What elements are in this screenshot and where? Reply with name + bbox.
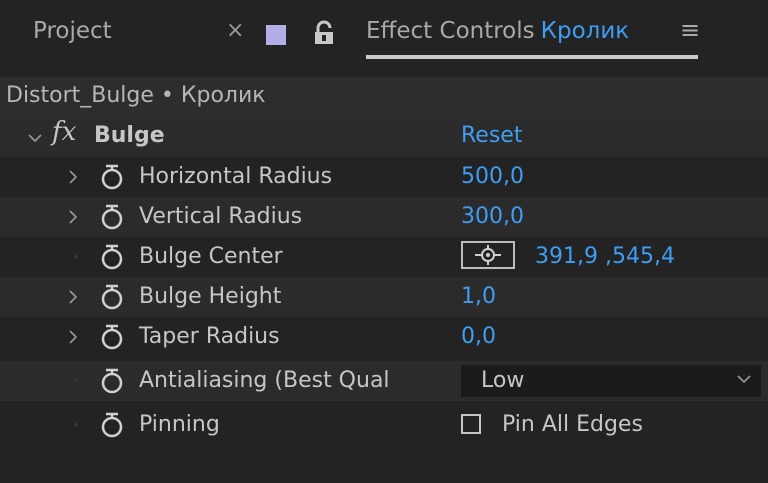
property-value[interactable]: 1,0 (461, 284, 496, 309)
chevron-right-icon[interactable] (66, 210, 80, 224)
property-row: Bulge Height 1,0 (0, 277, 768, 317)
breadcrumb-text: Distort_Bulge • Кролик (6, 83, 266, 108)
pin-all-edges-checkbox[interactable] (461, 414, 481, 434)
stopwatch-icon[interactable] (100, 368, 124, 394)
property-label: Horizontal Radius (139, 164, 333, 189)
tab-layer-name: Кролик (540, 18, 630, 44)
effect-row-bulge[interactable]: fx Bulge Reset (0, 117, 768, 157)
stopwatch-icon[interactable] (100, 204, 124, 230)
point-picker-button[interactable] (461, 241, 515, 269)
chevron-right-icon[interactable] (66, 330, 80, 344)
property-value[interactable]: 500,0 (461, 164, 524, 189)
stopwatch-icon[interactable] (100, 412, 124, 438)
panel-menu-icon[interactable]: ≡ (680, 16, 700, 44)
fx-toggle-icon[interactable]: fx (52, 117, 76, 147)
active-tab-indicator (366, 55, 698, 59)
antialiasing-dropdown[interactable]: Low (461, 365, 761, 397)
property-value[interactable]: 0,0 (461, 324, 496, 349)
tree-dot (74, 379, 78, 383)
property-row: Horizontal Radius 500,0 (0, 157, 768, 197)
property-value[interactable]: 300,0 (461, 204, 524, 229)
tree-dot (74, 423, 78, 427)
chevron-right-icon[interactable] (66, 170, 80, 184)
chevron-right-icon[interactable] (66, 290, 80, 304)
lock-icon[interactable] (311, 20, 337, 46)
stopwatch-icon[interactable] (100, 324, 124, 350)
chevron-down-icon (737, 375, 751, 384)
property-label: Bulge Center (139, 244, 283, 269)
checkbox-label[interactable]: Pin All Edges (502, 412, 643, 437)
property-value[interactable]: 391,9 ,545,4 (535, 244, 675, 269)
property-row: Taper Radius 0,0 (0, 317, 768, 357)
tab-effect-controls[interactable]: Effect Controls Кролик (366, 18, 629, 44)
property-label: Vertical Radius (139, 204, 303, 229)
property-row: Vertical Radius 300,0 (0, 197, 768, 237)
stopwatch-icon[interactable] (100, 284, 124, 310)
property-row: Antialiasing (Best Qual Low (0, 361, 768, 401)
reset-link[interactable]: Reset (461, 123, 522, 148)
crosshair-icon (475, 245, 501, 265)
stopwatch-icon[interactable] (100, 164, 124, 190)
label-color-swatch[interactable] (266, 25, 286, 45)
tab-effect-controls-label: Effect Controls (366, 18, 535, 44)
property-row: Bulge Center 391,9 ,545,4 (0, 237, 768, 277)
tree-dot (74, 255, 78, 259)
property-label: Taper Radius (139, 324, 280, 349)
breadcrumb: Distort_Bulge • Кролик (0, 77, 768, 117)
property-label: Bulge Height (139, 284, 282, 309)
property-label: Pinning (139, 412, 220, 437)
dropdown-value: Low (481, 368, 525, 393)
chevron-down-icon[interactable] (28, 131, 42, 145)
panel-tab-bar: Project × Effect Controls Кролик ≡ (0, 0, 768, 64)
stopwatch-icon[interactable] (100, 244, 124, 270)
tab-project[interactable]: Project (33, 18, 112, 44)
property-row: Pinning Pin All Edges (0, 405, 768, 445)
effect-name: Bulge (94, 123, 165, 148)
close-tab-icon[interactable]: × (226, 18, 244, 43)
property-label: Antialiasing (Best Qual (139, 368, 390, 393)
